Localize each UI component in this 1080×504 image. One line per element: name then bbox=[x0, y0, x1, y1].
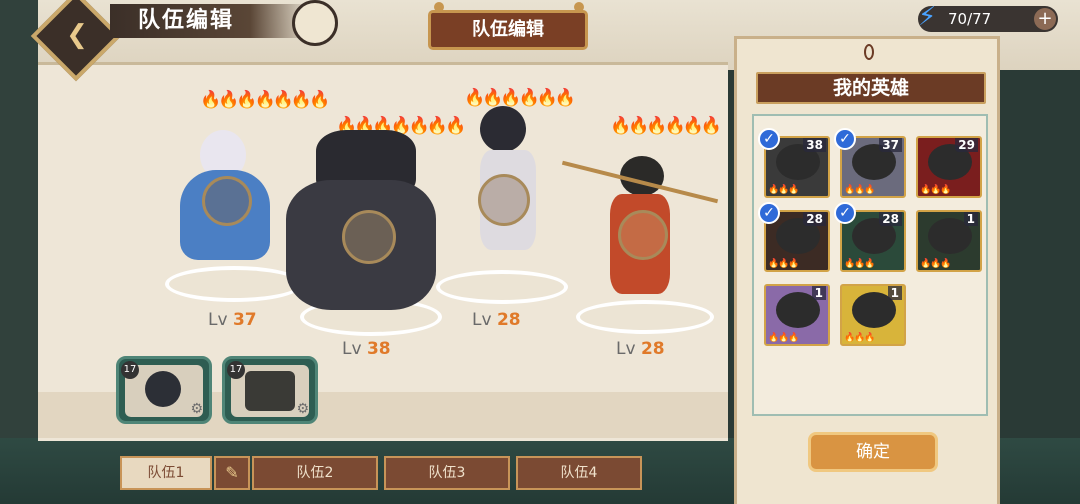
reserve-badge: 17 bbox=[227, 361, 245, 379]
add-energy-button[interactable]: + bbox=[1034, 8, 1056, 30]
edit-pencil-icon[interactable]: ✎ bbox=[214, 456, 250, 490]
character-level-2: Lv 38 bbox=[342, 339, 391, 359]
hero-flames-icon: 🔥🔥🔥 bbox=[768, 333, 800, 343]
page-title: 队伍编辑 bbox=[138, 8, 235, 33]
hero-card[interactable]: 1 🔥🔥🔥 bbox=[840, 284, 906, 346]
hero-flames-icon: 🔥🔥🔥 bbox=[844, 333, 876, 343]
panel-hook-icon bbox=[864, 44, 874, 60]
party-character-4[interactable] bbox=[561, 150, 720, 310]
left-edge-background bbox=[0, 0, 38, 504]
selected-check-icon: ✓ bbox=[758, 202, 780, 224]
hero-card[interactable]: 1 🔥🔥🔥 bbox=[764, 284, 830, 346]
hero-level: 28 bbox=[879, 212, 902, 226]
hero-card[interactable]: 29 🔥🔥🔥 bbox=[916, 136, 982, 198]
character-level-3: Lv 28 bbox=[472, 310, 521, 330]
energy-count: 70/77 bbox=[948, 10, 992, 28]
hero-level: 1 bbox=[963, 212, 978, 226]
sun-ornament-icon bbox=[292, 0, 338, 46]
star-flames-4: 🔥🔥🔥🔥🔥🔥 bbox=[610, 116, 722, 136]
sign-pin-icon bbox=[434, 2, 444, 12]
hero-flames-icon: 🔥🔥🔥 bbox=[844, 259, 876, 269]
sign-pin-icon bbox=[574, 2, 584, 12]
hero-level: 1 bbox=[887, 286, 902, 300]
reserve-badge: 17 bbox=[121, 361, 139, 379]
tab-team-2[interactable]: 队伍2 bbox=[252, 456, 378, 490]
hero-card[interactable]: 1 🔥🔥🔥 bbox=[916, 210, 982, 272]
party-character-3[interactable] bbox=[450, 100, 570, 270]
tab-team-4[interactable]: 队伍4 bbox=[516, 456, 642, 490]
team-edit-sign: 队伍编辑 bbox=[428, 10, 588, 50]
gear-icon: ⚙ bbox=[190, 401, 203, 417]
character-platform bbox=[436, 270, 568, 304]
confirm-button[interactable]: 确定 bbox=[808, 432, 938, 472]
party-character-1[interactable] bbox=[140, 120, 290, 270]
reserve-hero-1[interactable]: 17 ⚙ bbox=[116, 356, 212, 424]
hero-level: 37 bbox=[879, 138, 902, 152]
hero-level: 28 bbox=[803, 212, 826, 226]
tab-team-3[interactable]: 队伍3 bbox=[384, 456, 510, 490]
selected-check-icon: ✓ bbox=[758, 128, 780, 150]
character-level-4: Lv 28 bbox=[616, 339, 665, 359]
star-flames-1: 🔥🔥🔥🔥🔥🔥🔥 bbox=[200, 90, 330, 110]
hero-flames-icon: 🔥🔥🔥 bbox=[844, 185, 876, 195]
selected-check-icon: ✓ bbox=[834, 202, 856, 224]
selected-check-icon: ✓ bbox=[834, 128, 856, 150]
hero-flames-icon: 🔥🔥🔥 bbox=[920, 259, 952, 269]
tab-team-1[interactable]: 队伍1 bbox=[120, 456, 212, 490]
hero-flames-icon: 🔥🔥🔥 bbox=[768, 259, 800, 269]
hero-level: 1 bbox=[811, 286, 826, 300]
character-level-1: Lv 37 bbox=[208, 310, 257, 330]
back-arrow-icon: ❮ bbox=[66, 20, 88, 50]
party-character-2[interactable] bbox=[276, 110, 446, 320]
roster-title: 我的英雄 bbox=[756, 72, 986, 104]
lightning-energy-icon: ⚡ bbox=[918, 2, 937, 32]
gear-icon: ⚙ bbox=[296, 401, 309, 417]
hero-level: 29 bbox=[955, 138, 978, 152]
hero-flames-icon: 🔥🔥🔥 bbox=[768, 185, 800, 195]
hero-level: 38 bbox=[803, 138, 826, 152]
reserve-hero-2[interactable]: 17 ⚙ bbox=[222, 356, 318, 424]
hero-flames-icon: 🔥🔥🔥 bbox=[920, 185, 952, 195]
